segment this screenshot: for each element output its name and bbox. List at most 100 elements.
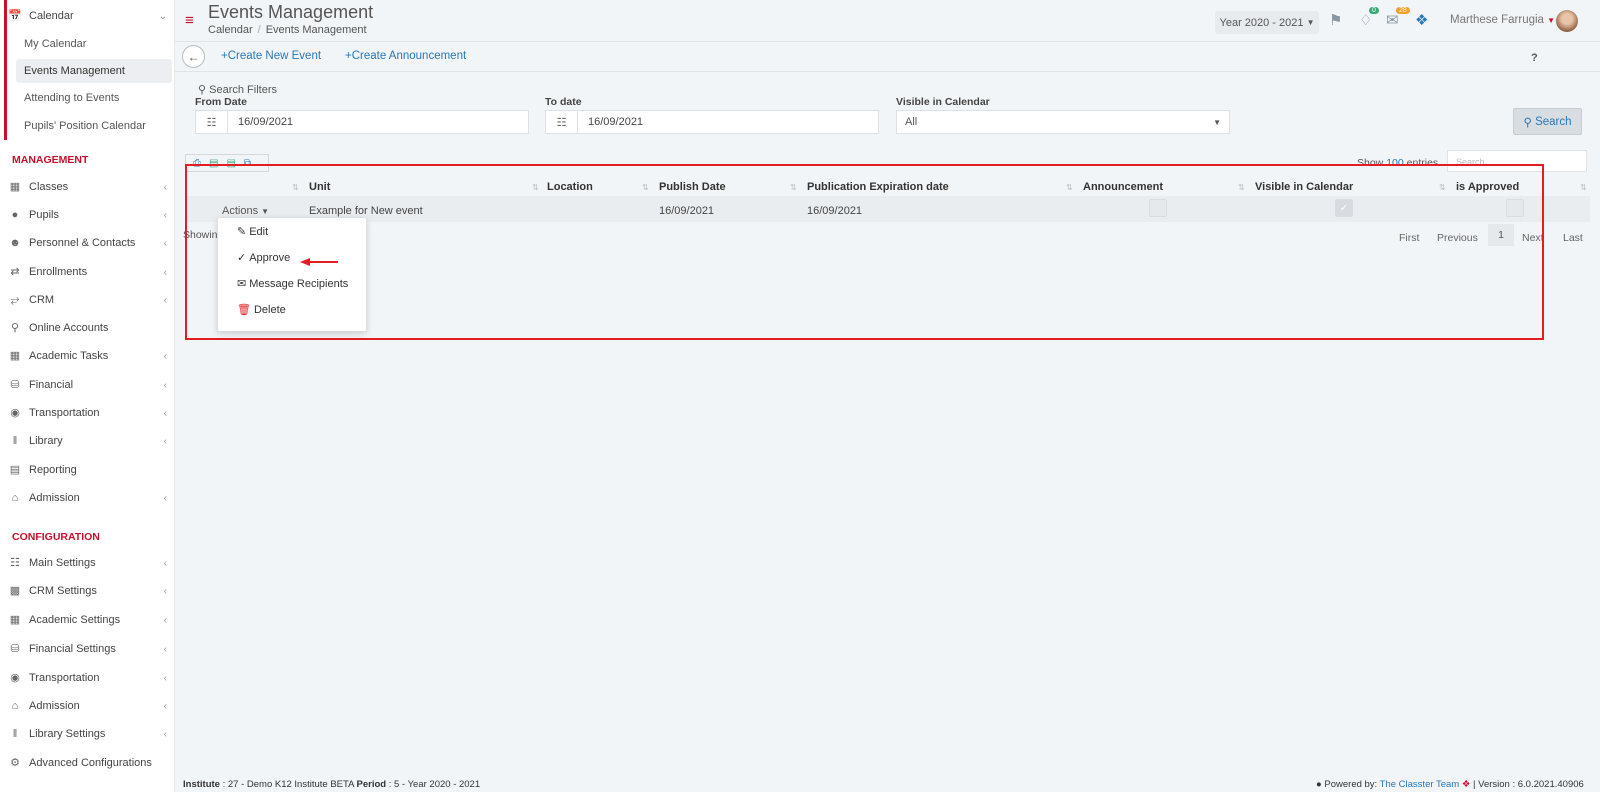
hamburger-menu-icon[interactable]: ≡: [185, 13, 194, 28]
year-selector[interactable]: Year 2020 - 2021 ▼: [1215, 11, 1319, 34]
sidebar-item-academic-tasks[interactable]: ▦ Academic Tasks ‹: [0, 342, 175, 370]
flag-icon[interactable]: ⚑: [1329, 11, 1342, 29]
sidebar-item-library-settings[interactable]: ‖ Library Settings ‹: [0, 720, 175, 748]
sidebar-item-library[interactable]: ‖ Library ‹: [0, 427, 175, 455]
menu-item-message-recipients[interactable]: ✉ Message Recipients: [237, 277, 349, 291]
sidebar-sub-my-calendar[interactable]: My Calendar: [16, 32, 172, 56]
sidebar-item-financial-settings[interactable]: ⛁ Financial Settings ‹: [0, 635, 175, 663]
sidebar-item-main-settings[interactable]: ☷ Main Settings ‹: [0, 549, 175, 577]
classter-logo-icon: ❖: [1461, 779, 1471, 790]
report-icon: ▤: [9, 463, 21, 476]
sidebar-item-crm[interactable]: ⥂ CRM ‹: [0, 286, 175, 314]
sidebar-item-admission[interactable]: ⌂ Admission ‹: [0, 484, 175, 512]
sidebar-item-financial[interactable]: ⛁ Financial ‹: [0, 371, 175, 399]
grid-icon: ▦: [9, 613, 21, 626]
menu-item-label: Approve: [249, 251, 291, 264]
annotation-arrow-icon: [300, 258, 338, 266]
sidebar-item-label: Library: [29, 435, 63, 447]
menu-item-edit[interactable]: ✎ Edit: [237, 225, 268, 239]
sidebar-item-label: Academic Settings: [29, 614, 121, 626]
visible-in-calendar-select[interactable]: All ▼: [896, 110, 1230, 134]
arrow-left-icon: ←: [187, 49, 200, 64]
to-date-label: To date: [545, 96, 582, 108]
sidebar-sub-pupils-position-calendar[interactable]: Pupils' Position Calendar: [16, 114, 172, 138]
envelope-icon[interactable]: ✉ 28: [1386, 7, 1410, 29]
sidebar-item-classes[interactable]: ▦ Classes ‹: [0, 173, 175, 201]
sidebar-item-transportation[interactable]: ◉ Transportation ‹: [0, 399, 175, 427]
sidebar-item-enrollments[interactable]: ⇄ Enrollments ‹: [0, 258, 175, 286]
chevron-left-icon: ‹: [163, 435, 167, 447]
sidebar-item-label: Personnel & Contacts: [29, 237, 136, 249]
classter-team-link[interactable]: The Classter Team: [1380, 779, 1460, 790]
create-event-button[interactable]: +Create New Event: [221, 50, 321, 62]
sidebar-item-calendar[interactable]: 📅 Calendar ⌄: [0, 2, 175, 30]
crm-icon: ⥂: [10, 293, 20, 306]
user-name-label: Marthese Farrugia: [1450, 14, 1544, 26]
breadcrumb-item[interactable]: Calendar: [208, 24, 253, 36]
chevron-left-icon: ‹: [163, 643, 167, 655]
chevron-left-icon: ‹: [163, 614, 167, 626]
calendar-icon[interactable]: ☷: [546, 111, 578, 133]
check-icon: ✓: [237, 252, 247, 264]
bell-icon[interactable]: ♢ 0: [1359, 7, 1379, 29]
create-announcement-button[interactable]: +Create Announcement: [345, 50, 466, 62]
from-date-value: 16/09/2021: [238, 116, 294, 128]
chevron-left-icon: ‹: [163, 407, 167, 419]
top-bar: ≡ Events Management Calendar / Events Mana…: [175, 0, 1600, 42]
avatar[interactable]: [1556, 10, 1578, 32]
classter-logo-icon[interactable]: ❖: [1415, 11, 1428, 29]
search-icon: ⚲: [1523, 116, 1532, 129]
sidebar-sub-events-management[interactable]: Events Management: [16, 59, 172, 83]
sidebar-item-label: Admission: [29, 492, 80, 504]
management-section-title: MANAGEMENT: [12, 154, 89, 166]
sliders-icon: ☷: [10, 556, 20, 569]
visible-select-value: All: [905, 116, 918, 128]
sidebar-item-admission-settings[interactable]: ⌂ Admission ‹: [0, 692, 175, 720]
menu-item-delete[interactable]: 🗑 Delete: [237, 303, 286, 317]
chevron-left-icon: ‹: [163, 379, 167, 391]
visible-in-calendar-label: Visible in Calendar: [896, 96, 990, 108]
sidebar-item-academic-settings[interactable]: ▦ Academic Settings ‹: [0, 606, 175, 634]
menu-item-label: Message Recipients: [249, 277, 349, 290]
sidebar-item-label: Transportation: [29, 407, 100, 419]
to-date-field[interactable]: ☷ 16/09/2021: [545, 110, 879, 134]
sidebar-item-label: Academic Tasks: [29, 350, 109, 362]
sidebar-item-personnel[interactable]: ☻ Personnel & Contacts ‹: [0, 229, 175, 257]
sidebar-item-reporting[interactable]: ▤ Reporting: [0, 456, 175, 484]
caret-down-icon: ▼: [1306, 18, 1315, 27]
sort-icon[interactable]: ⇅: [1580, 183, 1587, 192]
menu-item-label: Delete: [253, 303, 286, 316]
chevron-left-icon: ‹: [163, 585, 167, 597]
year-selector-label: Year 2020 - 2021: [1219, 16, 1304, 29]
sidebar-item-advanced-config[interactable]: ⚙ Advanced Configurations: [0, 749, 175, 777]
sidebar-sub-attending-events[interactable]: Attending to Events: [16, 86, 172, 110]
menu-item-approve[interactable]: ✓ Approve: [237, 251, 291, 265]
search-filters-toggle[interactable]: ⚲ Search Filters: [198, 83, 277, 96]
grid-icon: ▦: [9, 349, 21, 362]
sidebar-item-label: Reporting: [29, 464, 77, 476]
sidebar-item-transportation-settings[interactable]: ◉ Transportation ‹: [0, 664, 175, 692]
sidebar-item-label: Advanced Configurations: [29, 757, 152, 769]
calendar-icon[interactable]: ☷: [196, 111, 228, 133]
create-event-label: Create New Event: [227, 50, 322, 62]
footer-powered: ● Powered by: The Classter Team ❖ | Vers…: [1316, 779, 1584, 790]
from-date-field[interactable]: ☷ 16/09/2021: [195, 110, 529, 134]
annotation-highlight-box: [185, 164, 1544, 340]
sidebar-sub-label: Attending to Events: [24, 92, 120, 104]
breadcrumb-separator: /: [257, 24, 261, 36]
pagination-last[interactable]: Last: [1563, 232, 1583, 244]
search-button[interactable]: ⚲ Search: [1513, 108, 1582, 135]
sidebar-item-pupils[interactable]: ● Pupils ‹: [0, 201, 175, 229]
back-button[interactable]: ←: [182, 45, 205, 68]
copyright-icon: ●: [1316, 779, 1322, 790]
help-button[interactable]: ?: [1531, 52, 1538, 64]
user-name[interactable]: Marthese Farrugia ▼: [1450, 14, 1555, 26]
messages-badge: 28: [1396, 7, 1410, 14]
from-date-label: From Date: [195, 96, 247, 108]
sidebar-item-online-accounts[interactable]: ⚲ Online Accounts: [0, 314, 175, 342]
institute-label: Institute: [183, 779, 220, 790]
chevron-left-icon: ‹: [163, 181, 167, 193]
chevron-down-icon: ⌄: [158, 10, 167, 22]
sidebar-item-crm-settings[interactable]: ▩ CRM Settings ‹: [0, 577, 175, 605]
pencil-icon: ✎: [237, 226, 247, 238]
